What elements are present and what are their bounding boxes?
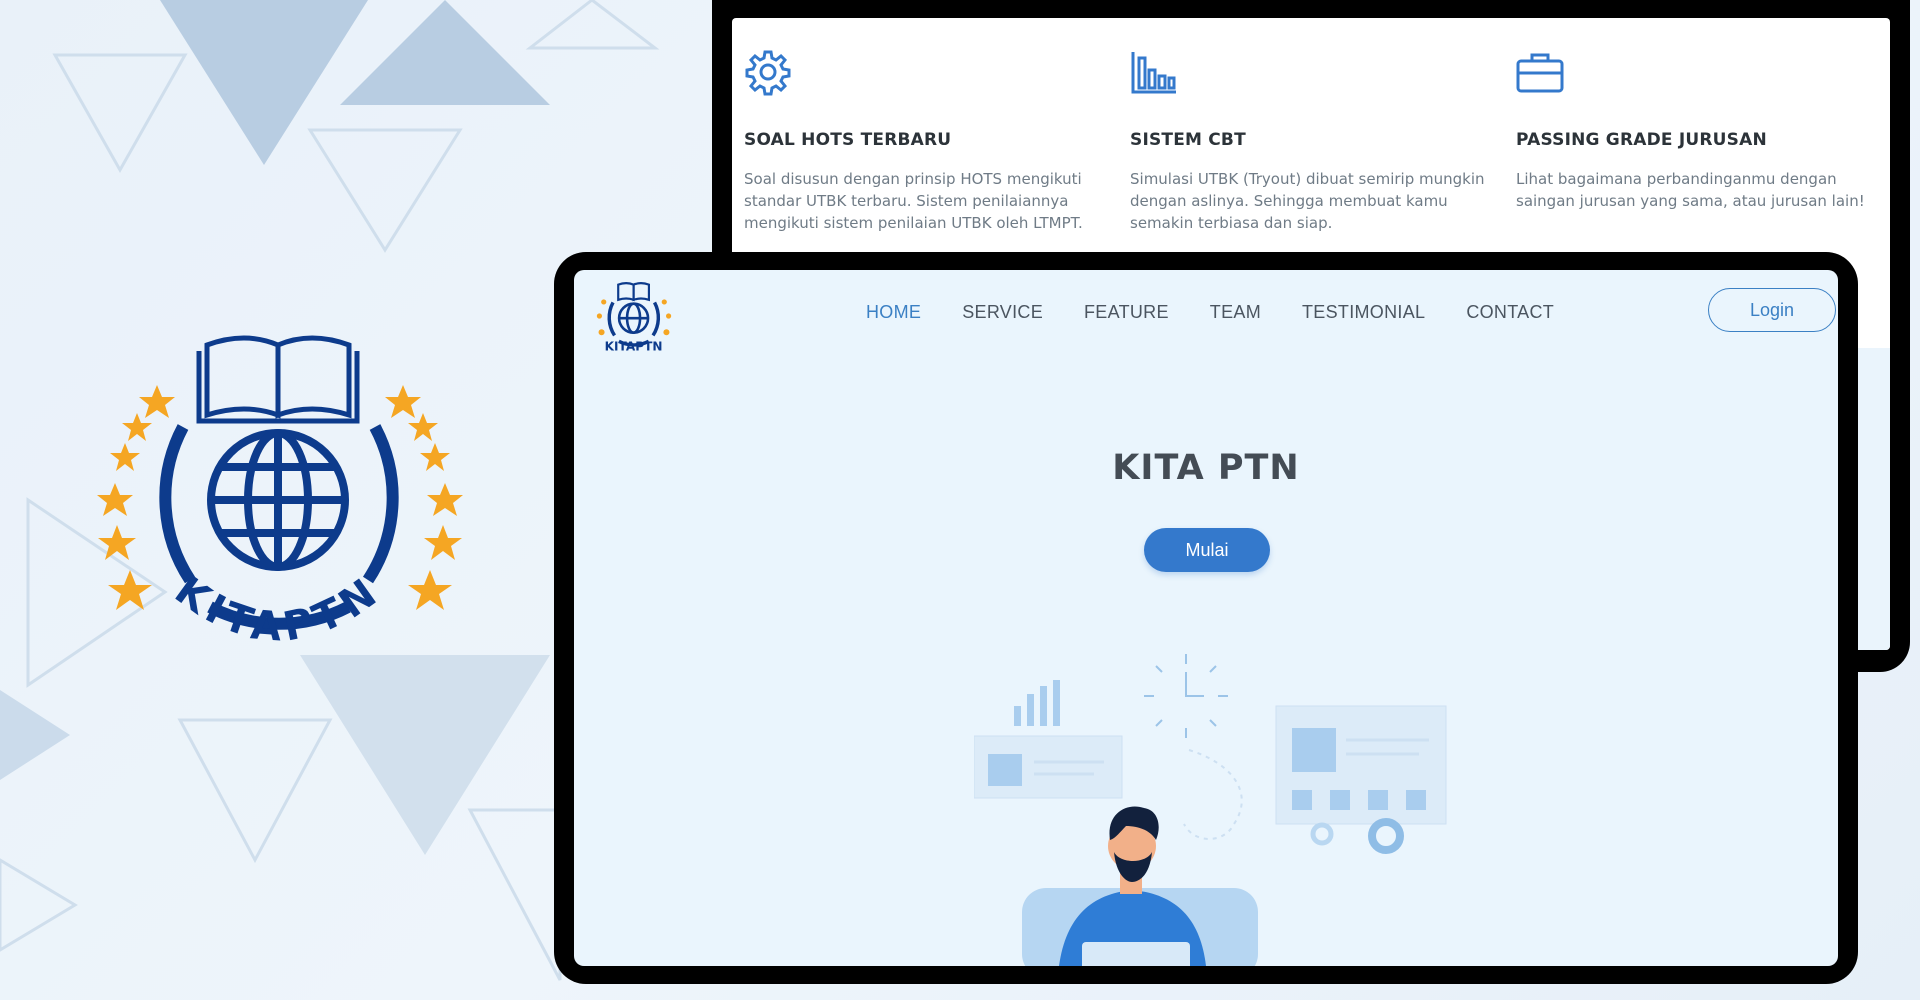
feature-card-cbt: SISTEM CBT Simulasi UTBK (Tryout) dibuat…	[1130, 48, 1490, 234]
gear-icon	[745, 50, 791, 96]
feature-title: SISTEM CBT	[1130, 130, 1246, 150]
nav-testimonial[interactable]: TESTIMONIAL	[1302, 302, 1425, 323]
main-nav: HOME SERVICE FEATURE TEAM TESTIMONIAL CO…	[866, 302, 1595, 323]
nav-home[interactable]: HOME	[866, 302, 921, 323]
nav-logo[interactable]: KITAPTN	[594, 276, 674, 356]
feature-title: SOAL HOTS TERBARU	[744, 130, 952, 150]
feature-text: Simulasi UTBK (Tryout) dibuat semirip mu…	[1130, 170, 1485, 232]
feature-text: Soal disusun dengan prinsip HOTS mengiku…	[744, 170, 1083, 232]
login-button[interactable]: Login	[1708, 288, 1836, 332]
hero-title: KITA PTN	[1112, 448, 1300, 488]
bar-chart-icon	[1131, 52, 1176, 94]
person-illustration	[1022, 806, 1258, 966]
kitaptn-logo: KITAPTN	[97, 335, 463, 651]
right-card-decoration	[1275, 705, 1447, 825]
clock-icon	[1144, 654, 1228, 738]
book-icon	[196, 335, 360, 424]
feature-text: Lihat bagaimana perbandinganmu dengan sa…	[1516, 170, 1865, 210]
start-button[interactable]: Mulai	[1144, 528, 1270, 572]
hero-illustration	[974, 654, 1447, 966]
feature-card-passing-grade: PASSING GRADE JURUSAN Lihat bagaimana pe…	[1516, 48, 1876, 212]
chart-decoration	[1014, 680, 1060, 726]
left-card-decoration	[974, 735, 1123, 799]
front-tablet-frame: KITAPTN HOME SERVICE FEATURE TEAM TESTIM…	[554, 252, 1858, 984]
nav-service[interactable]: SERVICE	[962, 302, 1043, 323]
globe-icon	[207, 429, 349, 571]
large-gear-icon	[1368, 818, 1404, 854]
small-gear-icon	[1310, 822, 1334, 846]
briefcase-icon	[1516, 53, 1564, 93]
feature-card-hots: SOAL HOTS TERBARU Soal disusun dengan pr…	[744, 48, 1104, 234]
nav-team[interactable]: TEAM	[1210, 302, 1261, 323]
logo-text: KITAPTN	[166, 567, 383, 651]
landing-screen: KITAPTN HOME SERVICE FEATURE TEAM TESTIM…	[574, 270, 1838, 966]
nav-logo-text: KITAPTN	[605, 340, 663, 354]
feature-title: PASSING GRADE JURUSAN	[1516, 130, 1767, 150]
svg-text:KITAPTN: KITAPTN	[166, 567, 389, 651]
nav-contact[interactable]: CONTACT	[1466, 302, 1554, 323]
nav-feature[interactable]: FEATURE	[1084, 302, 1169, 323]
